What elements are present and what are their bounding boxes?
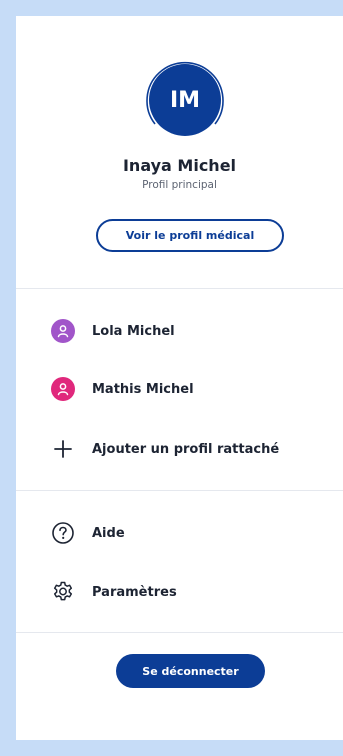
view-medical-profile-button[interactable]: Voir le profil médical xyxy=(96,219,284,252)
profile-name: Inaya Michel xyxy=(122,156,237,175)
attached-profile-lola[interactable]: Lola Michel xyxy=(50,316,343,346)
user-icon xyxy=(50,318,76,344)
settings-label: Paramètres xyxy=(92,584,177,600)
attached-profile-mathis[interactable]: Mathis Michel xyxy=(50,374,343,404)
help-label: Aide xyxy=(92,525,125,541)
settings-menu-item[interactable]: Paramètres xyxy=(50,577,343,607)
help-icon xyxy=(50,520,76,546)
avatar-initials: IM xyxy=(149,64,221,136)
plus-icon xyxy=(50,436,76,462)
user-icon xyxy=(50,376,76,402)
help-menu-item[interactable]: Aide xyxy=(50,518,343,548)
divider xyxy=(16,288,343,289)
profile-menu-panel: IM Inaya Michel Profil principal Voir le… xyxy=(16,16,343,740)
add-attached-profile-button[interactable]: Ajouter un profil rattaché xyxy=(50,434,343,464)
avatar: IM xyxy=(143,58,227,142)
logout-button[interactable]: Se déconnecter xyxy=(116,654,265,688)
attached-profile-name: Mathis Michel xyxy=(92,381,194,397)
add-profile-label: Ajouter un profil rattaché xyxy=(92,441,280,457)
attached-profile-name: Lola Michel xyxy=(92,323,175,339)
gear-icon xyxy=(50,579,76,605)
profile-subtitle: Profil principal xyxy=(142,179,217,191)
divider xyxy=(16,490,343,491)
divider xyxy=(16,632,343,633)
